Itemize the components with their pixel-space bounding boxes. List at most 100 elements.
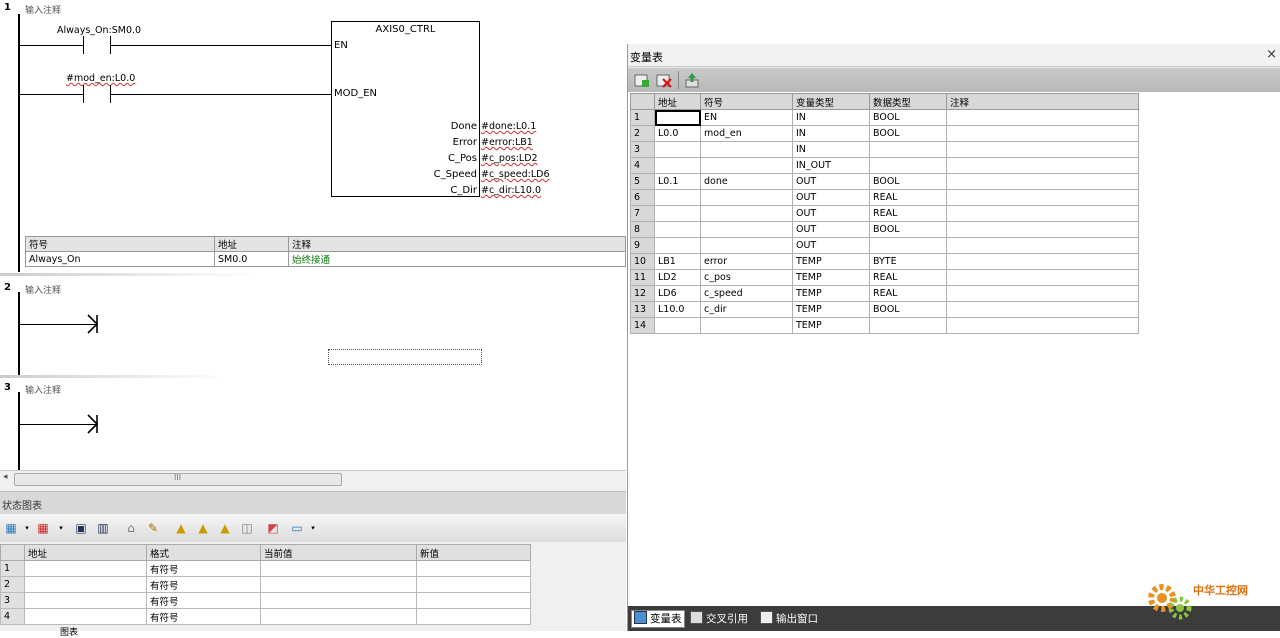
ladder-editor[interactable]: 1 输入注释 Always_On:SM0.0 #mod_en:L0.0 AXIS… xyxy=(0,0,626,487)
var-type-cell[interactable]: OUT xyxy=(792,205,870,222)
var-data-type-cell[interactable] xyxy=(869,317,947,334)
toggle-icon[interactable]: ▭ xyxy=(290,521,304,535)
output-var-c-dir[interactable]: #c_dir:L10.0 xyxy=(481,185,541,196)
var-address-cell[interactable] xyxy=(654,221,701,238)
dropdown-icon[interactable]: ▾ xyxy=(306,521,320,535)
var-data-type-cell[interactable] xyxy=(869,237,947,254)
table-row[interactable]: 11 LD2 c_pos TEMP REAL xyxy=(630,269,1139,286)
var-data-type-cell[interactable]: REAL xyxy=(869,269,947,286)
status-format-cell[interactable]: 有符号 xyxy=(146,608,261,625)
cell-cursor[interactable] xyxy=(328,349,482,365)
var-symbol-cell[interactable]: c_speed xyxy=(700,285,793,302)
var-comment-cell[interactable] xyxy=(946,253,1139,270)
contact-mod-en[interactable] xyxy=(83,85,84,103)
output-var-c-speed[interactable]: #c_speed:LD6 xyxy=(481,169,550,180)
tab-variable-table[interactable]: 变量表 xyxy=(631,610,685,628)
var-data-type-cell[interactable]: REAL xyxy=(869,285,947,302)
pencil-icon[interactable]: ✎ xyxy=(146,521,160,535)
table-row[interactable]: 12 LD6 c_speed TEMP REAL xyxy=(630,285,1139,302)
var-data-type-cell[interactable]: BOOL xyxy=(869,301,947,318)
var-type-cell[interactable]: TEMP xyxy=(792,253,870,270)
table-row[interactable]: 8 OUT BOOL xyxy=(630,221,1139,238)
var-type-cell[interactable]: IN_OUT xyxy=(792,157,870,174)
var-symbol-cell[interactable] xyxy=(700,157,793,174)
var-address-cell[interactable] xyxy=(654,237,701,254)
tab-output-window[interactable]: 输出窗口 xyxy=(760,611,818,627)
var-comment-cell[interactable] xyxy=(946,285,1139,302)
network-3[interactable]: 3 输入注释 xyxy=(0,378,626,470)
var-comment-cell[interactable] xyxy=(946,317,1139,334)
var-type-cell[interactable]: IN xyxy=(792,141,870,158)
var-address-cell[interactable]: LD2 xyxy=(654,269,701,286)
var-address-cell[interactable]: L0.0 xyxy=(654,125,701,142)
table-row[interactable]: 2 L0.0 mod_en IN BOOL xyxy=(630,125,1139,142)
var-data-type-cell[interactable]: BOOL xyxy=(869,109,947,126)
var-type-cell[interactable]: OUT xyxy=(792,221,870,238)
history-icon[interactable]: ⌂ xyxy=(124,521,138,535)
network-comment[interactable]: 输入注释 xyxy=(25,283,61,296)
var-data-type-cell[interactable]: REAL xyxy=(869,205,947,222)
close-icon[interactable]: × xyxy=(1266,47,1277,62)
output-var-c-pos[interactable]: #c_pos:LD2 xyxy=(481,153,538,164)
var-comment-cell[interactable] xyxy=(946,221,1139,238)
function-block-axis0-ctrl[interactable]: AXIS0_CTRL EN MOD_EN Done Error C_Pos C_… xyxy=(331,21,480,197)
var-data-type-cell[interactable] xyxy=(869,157,947,174)
pause-icon[interactable]: ▥ xyxy=(96,521,110,535)
var-type-cell[interactable]: OUT xyxy=(792,173,870,190)
network-comment[interactable]: 输入注释 xyxy=(25,383,61,396)
var-address-cell[interactable]: LD6 xyxy=(654,285,701,302)
var-data-type-cell[interactable]: BOOL xyxy=(869,125,947,142)
status-new-cell[interactable] xyxy=(416,560,531,577)
var-type-cell[interactable]: TEMP xyxy=(792,301,870,318)
var-address-cell[interactable] xyxy=(654,157,701,174)
var-symbol-cell[interactable]: error xyxy=(700,253,793,270)
var-data-type-cell[interactable]: BYTE xyxy=(869,253,947,270)
var-comment-cell[interactable] xyxy=(946,173,1139,190)
var-symbol-cell[interactable]: c_dir xyxy=(700,301,793,318)
var-type-cell[interactable]: TEMP xyxy=(792,269,870,286)
var-address-cell[interactable] xyxy=(654,109,701,126)
var-type-cell[interactable]: IN xyxy=(792,125,870,142)
unlock-icon[interactable]: ▲ xyxy=(196,521,210,535)
status-new-cell[interactable] xyxy=(416,592,531,609)
table-row[interactable]: 9 OUT xyxy=(630,237,1139,254)
run-icon[interactable]: ▣ xyxy=(74,521,88,535)
var-symbol-cell[interactable]: EN xyxy=(700,109,793,126)
status-address-cell[interactable] xyxy=(24,608,147,625)
var-address-cell[interactable] xyxy=(654,189,701,206)
table-row[interactable]: 3 有符号 xyxy=(0,592,531,609)
network-2[interactable]: 2 输入注释 xyxy=(0,278,626,378)
var-address-cell[interactable] xyxy=(654,317,701,334)
tab-chart[interactable]: 图表 xyxy=(60,625,78,638)
lock-icon[interactable]: ▲ xyxy=(174,521,188,535)
table-row[interactable]: 3 IN xyxy=(630,141,1139,158)
table-row[interactable]: 13 L10.0 c_dir TEMP BOOL xyxy=(630,301,1139,318)
delete-row-icon[interactable]: ▦ xyxy=(36,521,50,535)
network-comment[interactable]: 输入注释 xyxy=(25,3,61,16)
var-comment-cell[interactable] xyxy=(946,301,1139,318)
horizontal-scrollbar[interactable]: ◂ III xyxy=(0,470,626,487)
var-type-cell[interactable]: OUT xyxy=(792,189,870,206)
var-data-type-cell[interactable]: BOOL xyxy=(869,173,947,190)
var-symbol-cell[interactable]: done xyxy=(700,173,793,190)
force-icon[interactable]: ▲ xyxy=(218,521,232,535)
status-format-cell[interactable]: 有符号 xyxy=(146,592,261,609)
var-symbol-cell[interactable] xyxy=(700,221,793,238)
table-row[interactable]: 1 EN IN BOOL xyxy=(630,109,1139,126)
var-symbol-cell[interactable] xyxy=(700,189,793,206)
var-address-cell[interactable]: L0.1 xyxy=(654,173,701,190)
dropdown-icon[interactable]: ▾ xyxy=(20,521,34,535)
network-1[interactable]: 1 输入注释 Always_On:SM0.0 #mod_en:L0.0 AXIS… xyxy=(0,0,626,276)
table-row[interactable]: 14 TEMP xyxy=(630,317,1139,334)
var-symbol-cell[interactable] xyxy=(700,317,793,334)
var-symbol-cell[interactable]: c_pos xyxy=(700,269,793,286)
var-comment-cell[interactable] xyxy=(946,109,1139,126)
var-type-cell[interactable]: TEMP xyxy=(792,317,870,334)
var-comment-cell[interactable] xyxy=(946,141,1139,158)
dropdown-icon[interactable]: ▾ xyxy=(54,521,68,535)
status-address-cell[interactable] xyxy=(24,592,147,609)
table-row[interactable]: 5 L0.1 done OUT BOOL xyxy=(630,173,1139,190)
var-symbol-cell[interactable] xyxy=(700,141,793,158)
scroll-left-arrow-icon[interactable]: ◂ xyxy=(3,472,8,482)
var-data-type-cell[interactable]: BOOL xyxy=(869,221,947,238)
